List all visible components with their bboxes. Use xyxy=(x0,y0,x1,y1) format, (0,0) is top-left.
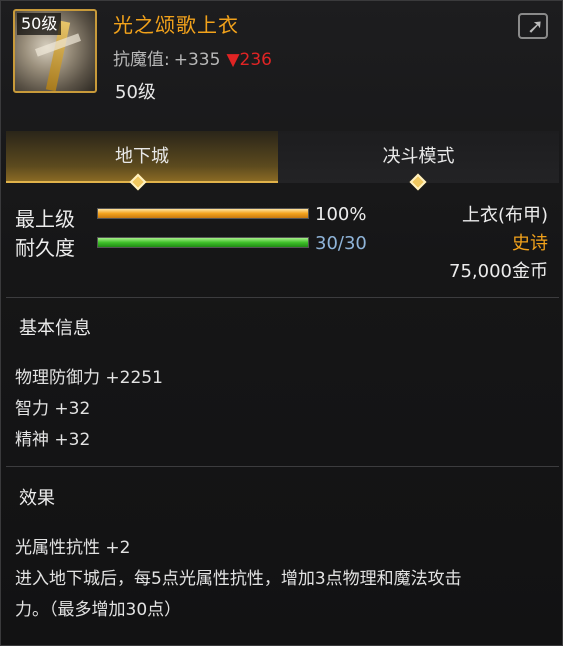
grade-bar-fill xyxy=(98,209,308,218)
basic-info-title: 基本信息 xyxy=(19,318,91,339)
magic-resist-row: 抗魔值: +335 ▼236 xyxy=(113,45,272,70)
item-header: 50级 光之颂歌上衣 抗魔值: +335 ▼236 50级 ➚ xyxy=(1,1,562,119)
grade-label: 最上级 xyxy=(15,207,75,231)
effect-title: 效果 xyxy=(19,488,55,509)
effect-line: 进入地下城后，每5点光属性抗性，增加3点物理和魔法攻击 xyxy=(15,569,462,589)
item-name: 光之颂歌上衣 xyxy=(113,13,239,37)
grade-bar xyxy=(97,208,309,219)
basic-info-line: 智力 +32 xyxy=(15,399,91,419)
magic-resist-diff: ▼236 xyxy=(226,50,272,70)
item-type: 上衣(布甲) xyxy=(461,205,548,226)
effect-line: 光属性抗性 +2 xyxy=(15,538,131,558)
divider xyxy=(6,297,559,298)
durability-bar-fill xyxy=(98,238,308,247)
basic-info-line: 物理防御力 +2251 xyxy=(15,368,163,388)
item-rarity: 史诗 xyxy=(512,233,548,254)
item-level-badge: 50级 xyxy=(17,13,62,35)
durability-label: 耐久度 xyxy=(15,236,75,260)
item-tooltip-panel: 50级 光之颂歌上衣 抗魔值: +335 ▼236 50级 ➚ 地下城 决斗模式 最… xyxy=(0,0,563,646)
item-price: 75,000金币 xyxy=(449,261,548,282)
grade-value: 100% xyxy=(315,204,367,225)
magic-resist-value: +335 xyxy=(173,50,221,70)
share-icon: ➚ xyxy=(527,14,544,38)
mode-tabs: 地下城 决斗模式 xyxy=(6,131,559,183)
divider xyxy=(6,466,559,467)
magic-resist-label: 抗魔值: xyxy=(113,50,170,70)
durability-value: 30/30 xyxy=(315,233,367,254)
item-level: 50级 xyxy=(115,82,156,103)
share-button[interactable]: ➚ xyxy=(518,13,548,39)
basic-info-line: 精神 +32 xyxy=(15,430,91,450)
tab-dungeon[interactable]: 地下城 xyxy=(6,131,278,183)
durability-bar xyxy=(97,237,309,248)
effect-line: 力。（最多增加30点） xyxy=(15,600,182,620)
